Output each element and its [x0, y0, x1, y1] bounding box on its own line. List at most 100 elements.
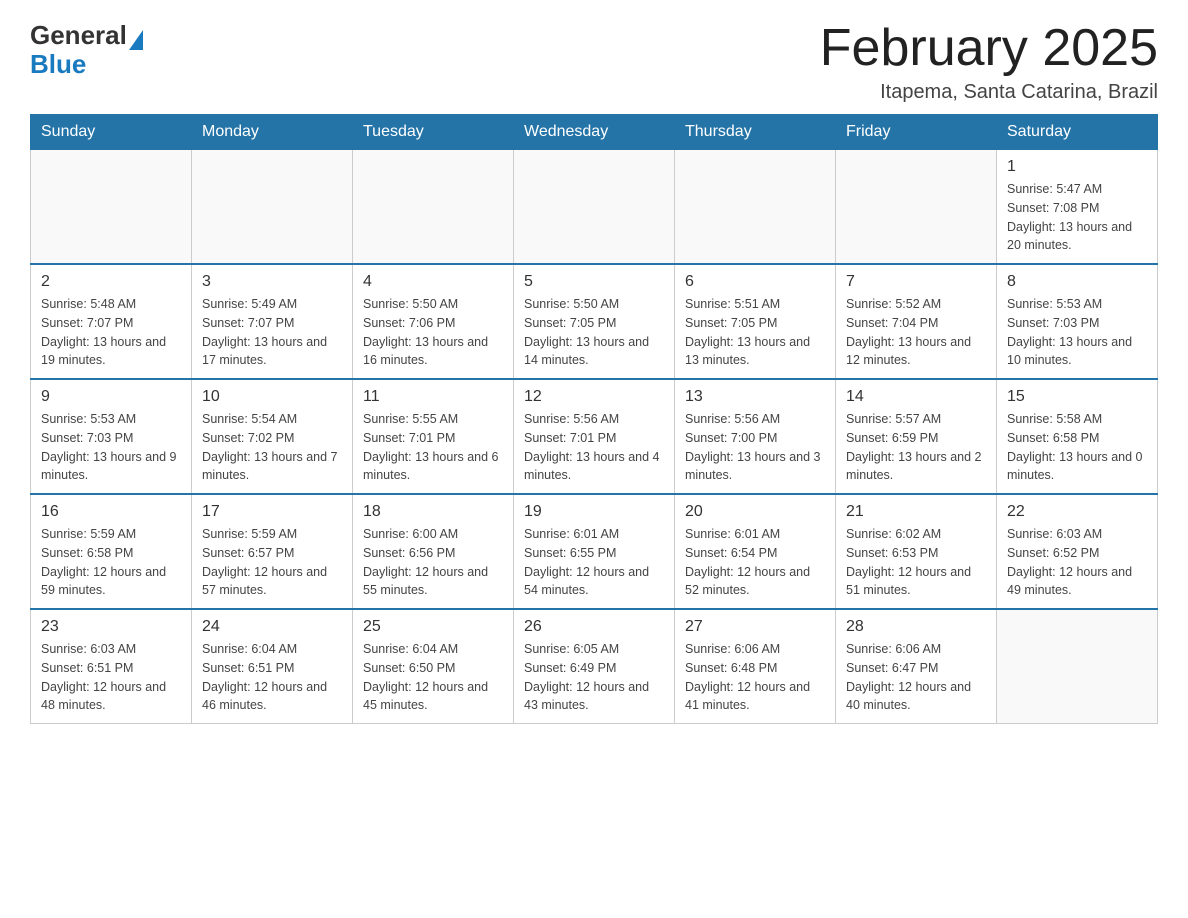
- day-info: Sunrise: 5:55 AM Sunset: 7:01 PM Dayligh…: [363, 410, 503, 485]
- day-number: 10: [202, 388, 342, 406]
- day-number: 19: [524, 503, 664, 521]
- table-row: 23 Sunrise: 6:03 AM Sunset: 6:51 PM Dayli…: [31, 609, 192, 724]
- day-number: 25: [363, 618, 503, 636]
- logo-general-text: General: [30, 20, 127, 50]
- day-number: 22: [1007, 503, 1147, 521]
- day-number: 1: [1007, 158, 1147, 176]
- day-number: 15: [1007, 388, 1147, 406]
- table-row: [31, 150, 192, 265]
- table-row: 5 Sunrise: 5:50 AM Sunset: 7:05 PM Daylig…: [514, 264, 675, 379]
- day-number: 5: [524, 273, 664, 291]
- table-row: [192, 150, 353, 265]
- day-info: Sunrise: 5:48 AM Sunset: 7:07 PM Dayligh…: [41, 295, 181, 370]
- day-info: Sunrise: 5:50 AM Sunset: 7:06 PM Dayligh…: [363, 295, 503, 370]
- table-row: 24Sunrise: 6:04 AM Sunset: 6:51 PM Dayli…: [192, 609, 353, 724]
- calendar-week-row: 1 Sunrise: 5:47 AM Sunset: 7:08 PM Daylig…: [31, 150, 1158, 265]
- day-info: Sunrise: 6:06 AM Sunset: 6:48 PM Dayligh…: [685, 640, 825, 715]
- table-row: 28 Sunrise: 6:06 AM Sunset: 6:47 PM Dayli…: [836, 609, 997, 724]
- table-row: 21Sunrise: 6:02 AM Sunset: 6:53 PM Dayli…: [836, 494, 997, 609]
- table-row: 17 Sunrise: 5:59 AM Sunset: 6:57 PM Dayli…: [192, 494, 353, 609]
- day-number: 24: [202, 618, 342, 636]
- header-sunday: Sunday: [31, 115, 192, 150]
- table-row: [836, 150, 997, 265]
- calendar-table: Sunday Monday Tuesday Wednesday Thursday…: [30, 114, 1158, 724]
- table-row: 20 Sunrise: 6:01 AM Sunset: 6:54 PM Dayli…: [675, 494, 836, 609]
- table-row: 4 Sunrise: 5:50 AM Sunset: 7:06 PM Daylig…: [353, 264, 514, 379]
- day-info: Sunrise: 5:50 AM Sunset: 7:05 PM Dayligh…: [524, 295, 664, 370]
- day-info: Sunrise: 6:03 AM Sunset: 6:51 PM Dayligh…: [41, 640, 181, 715]
- day-info: Sunrise: 5:53 AM Sunset: 7:03 PM Dayligh…: [1007, 295, 1147, 370]
- table-row: 11Sunrise: 5:55 AM Sunset: 7:01 PM Dayli…: [353, 379, 514, 494]
- day-info: Sunrise: 6:01 AM Sunset: 6:54 PM Dayligh…: [685, 525, 825, 600]
- calendar-week-row: 9 Sunrise: 5:53 AM Sunset: 7:03 PM Daylig…: [31, 379, 1158, 494]
- month-title: February 2025: [820, 20, 1158, 77]
- table-row: 15 Sunrise: 5:58 AM Sunset: 6:58 PM Dayli…: [997, 379, 1158, 494]
- title-section: February 2025 Itapema, Santa Catarina, B…: [820, 20, 1158, 104]
- table-row: 18 Sunrise: 6:00 AM Sunset: 6:56 PM Dayli…: [353, 494, 514, 609]
- table-row: 13Sunrise: 5:56 AM Sunset: 7:00 PM Dayli…: [675, 379, 836, 494]
- day-info: Sunrise: 6:03 AM Sunset: 6:52 PM Dayligh…: [1007, 525, 1147, 600]
- table-row: 27 Sunrise: 6:06 AM Sunset: 6:48 PM Dayli…: [675, 609, 836, 724]
- header-wednesday: Wednesday: [514, 115, 675, 150]
- table-row: 12 Sunrise: 5:56 AM Sunset: 7:01 PM Dayli…: [514, 379, 675, 494]
- day-info: Sunrise: 5:59 AM Sunset: 6:57 PM Dayligh…: [202, 525, 342, 600]
- calendar-week-row: 23 Sunrise: 6:03 AM Sunset: 6:51 PM Dayli…: [31, 609, 1158, 724]
- header-tuesday: Tuesday: [353, 115, 514, 150]
- day-number: 2: [41, 273, 181, 291]
- location-text: Itapema, Santa Catarina, Brazil: [820, 81, 1158, 104]
- day-info: Sunrise: 5:52 AM Sunset: 7:04 PM Dayligh…: [846, 295, 986, 370]
- table-row: 3Sunrise: 5:49 AM Sunset: 7:07 PM Daylig…: [192, 264, 353, 379]
- header-monday: Monday: [192, 115, 353, 150]
- weekday-header-row: Sunday Monday Tuesday Wednesday Thursday…: [31, 115, 1158, 150]
- header-thursday: Thursday: [675, 115, 836, 150]
- day-number: 16: [41, 503, 181, 521]
- day-number: 28: [846, 618, 986, 636]
- table-row: 8 Sunrise: 5:53 AM Sunset: 7:03 PM Daylig…: [997, 264, 1158, 379]
- table-row: [997, 609, 1158, 724]
- table-row: 10 Sunrise: 5:54 AM Sunset: 7:02 PM Dayli…: [192, 379, 353, 494]
- day-number: 23: [41, 618, 181, 636]
- day-info: Sunrise: 5:53 AM Sunset: 7:03 PM Dayligh…: [41, 410, 181, 485]
- table-row: 9 Sunrise: 5:53 AM Sunset: 7:03 PM Daylig…: [31, 379, 192, 494]
- day-number: 8: [1007, 273, 1147, 291]
- day-number: 6: [685, 273, 825, 291]
- day-number: 26: [524, 618, 664, 636]
- table-row: 19 Sunrise: 6:01 AM Sunset: 6:55 PM Dayli…: [514, 494, 675, 609]
- day-info: Sunrise: 6:01 AM Sunset: 6:55 PM Dayligh…: [524, 525, 664, 600]
- day-number: 17: [202, 503, 342, 521]
- table-row: 26Sunrise: 6:05 AM Sunset: 6:49 PM Dayli…: [514, 609, 675, 724]
- day-info: Sunrise: 5:47 AM Sunset: 7:08 PM Dayligh…: [1007, 180, 1147, 255]
- day-info: Sunrise: 5:56 AM Sunset: 7:01 PM Dayligh…: [524, 410, 664, 485]
- day-info: Sunrise: 6:06 AM Sunset: 6:47 PM Dayligh…: [846, 640, 986, 715]
- table-row: 2 Sunrise: 5:48 AM Sunset: 7:07 PM Daylig…: [31, 264, 192, 379]
- day-number: 20: [685, 503, 825, 521]
- day-number: 12: [524, 388, 664, 406]
- day-number: 14: [846, 388, 986, 406]
- day-info: Sunrise: 5:58 AM Sunset: 6:58 PM Dayligh…: [1007, 410, 1147, 485]
- table-row: 16 Sunrise: 5:59 AM Sunset: 6:58 PM Dayli…: [31, 494, 192, 609]
- day-number: 18: [363, 503, 503, 521]
- day-number: 13: [685, 388, 825, 406]
- table-row: [675, 150, 836, 265]
- logo-blue-text: Blue: [30, 49, 143, 80]
- day-info: Sunrise: 6:00 AM Sunset: 6:56 PM Dayligh…: [363, 525, 503, 600]
- day-number: 7: [846, 273, 986, 291]
- table-row: 14 Sunrise: 5:57 AM Sunset: 6:59 PM Dayli…: [836, 379, 997, 494]
- logo-triangle-icon: [129, 30, 143, 50]
- day-number: 27: [685, 618, 825, 636]
- table-row: 7 Sunrise: 5:52 AM Sunset: 7:04 PM Daylig…: [836, 264, 997, 379]
- day-info: Sunrise: 5:59 AM Sunset: 6:58 PM Dayligh…: [41, 525, 181, 600]
- day-info: Sunrise: 5:54 AM Sunset: 7:02 PM Dayligh…: [202, 410, 342, 485]
- day-info: Sunrise: 5:57 AM Sunset: 6:59 PM Dayligh…: [846, 410, 986, 485]
- table-row: 25Sunrise: 6:04 AM Sunset: 6:50 PM Dayli…: [353, 609, 514, 724]
- header-friday: Friday: [836, 115, 997, 150]
- day-info: Sunrise: 5:51 AM Sunset: 7:05 PM Dayligh…: [685, 295, 825, 370]
- header-saturday: Saturday: [997, 115, 1158, 150]
- page-header: General Blue February 2025 Itapema, Sant…: [30, 20, 1158, 104]
- table-row: 6 Sunrise: 5:51 AM Sunset: 7:05 PM Daylig…: [675, 264, 836, 379]
- logo: General Blue: [30, 20, 143, 80]
- table-row: [514, 150, 675, 265]
- day-info: Sunrise: 5:49 AM Sunset: 7:07 PM Dayligh…: [202, 295, 342, 370]
- day-number: 9: [41, 388, 181, 406]
- day-number: 4: [363, 273, 503, 291]
